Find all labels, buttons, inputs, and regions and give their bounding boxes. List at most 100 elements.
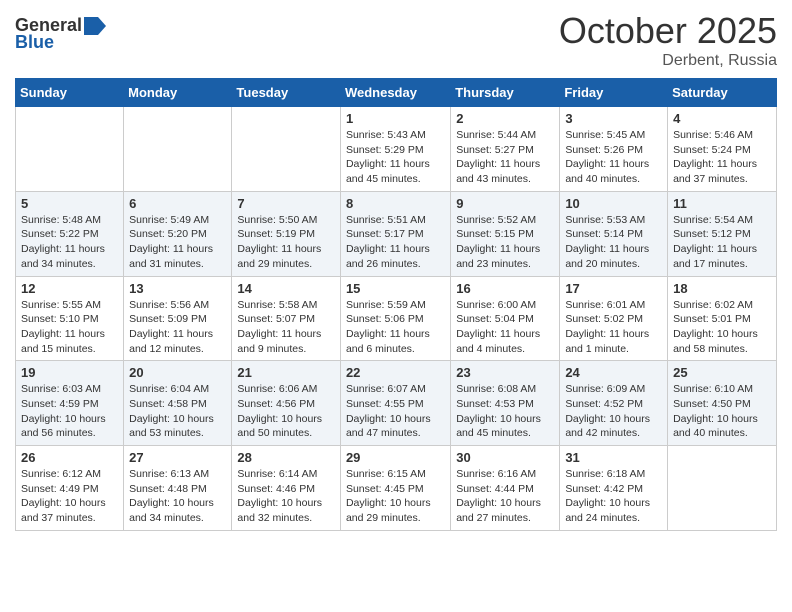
day-info: Sunrise: 6:15 AM Sunset: 4:45 PM Dayligh… xyxy=(346,467,445,526)
day-info: Sunrise: 6:06 AM Sunset: 4:56 PM Dayligh… xyxy=(237,382,335,441)
calendar-cell: 15 Sunrise: 5:59 AM Sunset: 5:06 PM Dayli… xyxy=(340,276,450,361)
day-number: 22 xyxy=(346,365,445,380)
day-number: 3 xyxy=(565,111,662,126)
day-info: Sunrise: 6:13 AM Sunset: 4:48 PM Dayligh… xyxy=(129,467,226,526)
calendar-cell xyxy=(16,107,124,192)
calendar-cell xyxy=(668,446,777,531)
day-number: 31 xyxy=(565,450,662,465)
day-number: 24 xyxy=(565,365,662,380)
day-info: Sunrise: 6:01 AM Sunset: 5:02 PM Dayligh… xyxy=(565,298,662,357)
day-number: 19 xyxy=(21,365,118,380)
calendar-cell: 26 Sunrise: 6:12 AM Sunset: 4:49 PM Dayli… xyxy=(16,446,124,531)
day-number: 15 xyxy=(346,281,445,296)
day-number: 20 xyxy=(129,365,226,380)
calendar-cell: 18 Sunrise: 6:02 AM Sunset: 5:01 PM Dayli… xyxy=(668,276,777,361)
day-number: 7 xyxy=(237,196,335,211)
day-info: Sunrise: 6:00 AM Sunset: 5:04 PM Dayligh… xyxy=(456,298,554,357)
day-info: Sunrise: 6:18 AM Sunset: 4:42 PM Dayligh… xyxy=(565,467,662,526)
day-number: 8 xyxy=(346,196,445,211)
day-info: Sunrise: 6:16 AM Sunset: 4:44 PM Dayligh… xyxy=(456,467,554,526)
calendar-cell: 3 Sunrise: 5:45 AM Sunset: 5:26 PM Daylig… xyxy=(560,107,668,192)
day-info: Sunrise: 5:54 AM Sunset: 5:12 PM Dayligh… xyxy=(673,213,771,272)
day-number: 16 xyxy=(456,281,554,296)
day-number: 1 xyxy=(346,111,445,126)
week-row-3: 12Sunrise: 5:55 AM Sunset: 5:10 PM Dayli… xyxy=(16,276,777,361)
calendar-cell: 27Sunrise: 6:13 AM Sunset: 4:48 PM Dayli… xyxy=(124,446,232,531)
day-info: Sunrise: 5:56 AM Sunset: 5:09 PM Dayligh… xyxy=(129,298,226,357)
day-number: 6 xyxy=(129,196,226,211)
day-number: 28 xyxy=(237,450,335,465)
week-row-4: 19 Sunrise: 6:03 AM Sunset: 4:59 PM Dayli… xyxy=(16,361,777,446)
calendar-cell: 20 Sunrise: 6:04 AM Sunset: 4:58 PM Dayli… xyxy=(124,361,232,446)
day-number: 25 xyxy=(673,365,771,380)
header-day-sunday: Sunday xyxy=(16,79,124,107)
day-info: Sunrise: 6:02 AM Sunset: 5:01 PM Dayligh… xyxy=(673,298,771,357)
week-row-2: 5 Sunrise: 5:48 AM Sunset: 5:22 PM Daylig… xyxy=(16,191,777,276)
calendar-cell: 23Sunrise: 6:08 AM Sunset: 4:53 PM Dayli… xyxy=(451,361,560,446)
day-info: Sunrise: 5:48 AM Sunset: 5:22 PM Dayligh… xyxy=(21,213,118,272)
calendar-cell: 21Sunrise: 6:06 AM Sunset: 4:56 PM Dayli… xyxy=(232,361,341,446)
day-info: Sunrise: 5:53 AM Sunset: 5:14 PM Dayligh… xyxy=(565,213,662,272)
calendar-cell: 5 Sunrise: 5:48 AM Sunset: 5:22 PM Daylig… xyxy=(16,191,124,276)
header-day-friday: Friday xyxy=(560,79,668,107)
day-number: 17 xyxy=(565,281,662,296)
day-info: Sunrise: 5:45 AM Sunset: 5:26 PM Dayligh… xyxy=(565,128,662,187)
calendar-cell: 29 Sunrise: 6:15 AM Sunset: 4:45 PM Dayli… xyxy=(340,446,450,531)
header-day-thursday: Thursday xyxy=(451,79,560,107)
day-info: Sunrise: 5:49 AM Sunset: 5:20 PM Dayligh… xyxy=(129,213,226,272)
calendar-cell: 31 Sunrise: 6:18 AM Sunset: 4:42 PM Dayli… xyxy=(560,446,668,531)
week-row-5: 26 Sunrise: 6:12 AM Sunset: 4:49 PM Dayli… xyxy=(16,446,777,531)
day-number: 5 xyxy=(21,196,118,211)
calendar-cell: 24 Sunrise: 6:09 AM Sunset: 4:52 PM Dayli… xyxy=(560,361,668,446)
day-info: Sunrise: 6:08 AM Sunset: 4:53 PM Dayligh… xyxy=(456,382,554,441)
day-info: Sunrise: 5:44 AM Sunset: 5:27 PM Dayligh… xyxy=(456,128,554,187)
day-number: 9 xyxy=(456,196,554,211)
calendar-cell: 1 Sunrise: 5:43 AM Sunset: 5:29 PM Daylig… xyxy=(340,107,450,192)
calendar-cell: 14Sunrise: 5:58 AM Sunset: 5:07 PM Dayli… xyxy=(232,276,341,361)
logo-arrow-icon xyxy=(84,17,106,35)
header-day-monday: Monday xyxy=(124,79,232,107)
calendar-cell: 13Sunrise: 5:56 AM Sunset: 5:09 PM Dayli… xyxy=(124,276,232,361)
logo: General Blue xyxy=(15,10,106,53)
logo-blue-text: Blue xyxy=(15,32,54,53)
day-info: Sunrise: 6:09 AM Sunset: 4:52 PM Dayligh… xyxy=(565,382,662,441)
calendar-cell xyxy=(124,107,232,192)
day-info: Sunrise: 5:59 AM Sunset: 5:06 PM Dayligh… xyxy=(346,298,445,357)
header-day-saturday: Saturday xyxy=(668,79,777,107)
day-info: Sunrise: 6:12 AM Sunset: 4:49 PM Dayligh… xyxy=(21,467,118,526)
day-number: 2 xyxy=(456,111,554,126)
day-info: Sunrise: 6:07 AM Sunset: 4:55 PM Dayligh… xyxy=(346,382,445,441)
week-row-1: 1 Sunrise: 5:43 AM Sunset: 5:29 PM Daylig… xyxy=(16,107,777,192)
day-info: Sunrise: 5:46 AM Sunset: 5:24 PM Dayligh… xyxy=(673,128,771,187)
calendar-cell: 19 Sunrise: 6:03 AM Sunset: 4:59 PM Dayli… xyxy=(16,361,124,446)
day-info: Sunrise: 6:10 AM Sunset: 4:50 PM Dayligh… xyxy=(673,382,771,441)
day-number: 10 xyxy=(565,196,662,211)
month-title: October 2025 xyxy=(559,10,777,52)
day-info: Sunrise: 5:51 AM Sunset: 5:17 PM Dayligh… xyxy=(346,213,445,272)
calendar-table: SundayMondayTuesdayWednesdayThursdayFrid… xyxy=(15,78,777,531)
day-info: Sunrise: 5:43 AM Sunset: 5:29 PM Dayligh… xyxy=(346,128,445,187)
day-info: Sunrise: 5:50 AM Sunset: 5:19 PM Dayligh… xyxy=(237,213,335,272)
header-day-wednesday: Wednesday xyxy=(340,79,450,107)
calendar-cell: 25 Sunrise: 6:10 AM Sunset: 4:50 PM Dayli… xyxy=(668,361,777,446)
calendar-cell: 9Sunrise: 5:52 AM Sunset: 5:15 PM Daylig… xyxy=(451,191,560,276)
day-info: Sunrise: 5:55 AM Sunset: 5:10 PM Dayligh… xyxy=(21,298,118,357)
calendar-cell: 12Sunrise: 5:55 AM Sunset: 5:10 PM Dayli… xyxy=(16,276,124,361)
calendar-cell: 4Sunrise: 5:46 AM Sunset: 5:24 PM Daylig… xyxy=(668,107,777,192)
title-area: October 2025 Derbent, Russia xyxy=(559,10,777,70)
day-number: 26 xyxy=(21,450,118,465)
calendar-cell: 7 Sunrise: 5:50 AM Sunset: 5:19 PM Daylig… xyxy=(232,191,341,276)
day-info: Sunrise: 6:04 AM Sunset: 4:58 PM Dayligh… xyxy=(129,382,226,441)
location-title: Derbent, Russia xyxy=(559,52,777,70)
calendar-cell: 28Sunrise: 6:14 AM Sunset: 4:46 PM Dayli… xyxy=(232,446,341,531)
calendar-cell: 2 Sunrise: 5:44 AM Sunset: 5:27 PM Daylig… xyxy=(451,107,560,192)
calendar-cell: 8 Sunrise: 5:51 AM Sunset: 5:17 PM Daylig… xyxy=(340,191,450,276)
day-number: 11 xyxy=(673,196,771,211)
calendar-cell: 22 Sunrise: 6:07 AM Sunset: 4:55 PM Dayli… xyxy=(340,361,450,446)
day-info: Sunrise: 6:03 AM Sunset: 4:59 PM Dayligh… xyxy=(21,382,118,441)
day-number: 29 xyxy=(346,450,445,465)
header-row: SundayMondayTuesdayWednesdayThursdayFrid… xyxy=(16,79,777,107)
calendar-cell: 30Sunrise: 6:16 AM Sunset: 4:44 PM Dayli… xyxy=(451,446,560,531)
header-day-tuesday: Tuesday xyxy=(232,79,341,107)
day-number: 18 xyxy=(673,281,771,296)
